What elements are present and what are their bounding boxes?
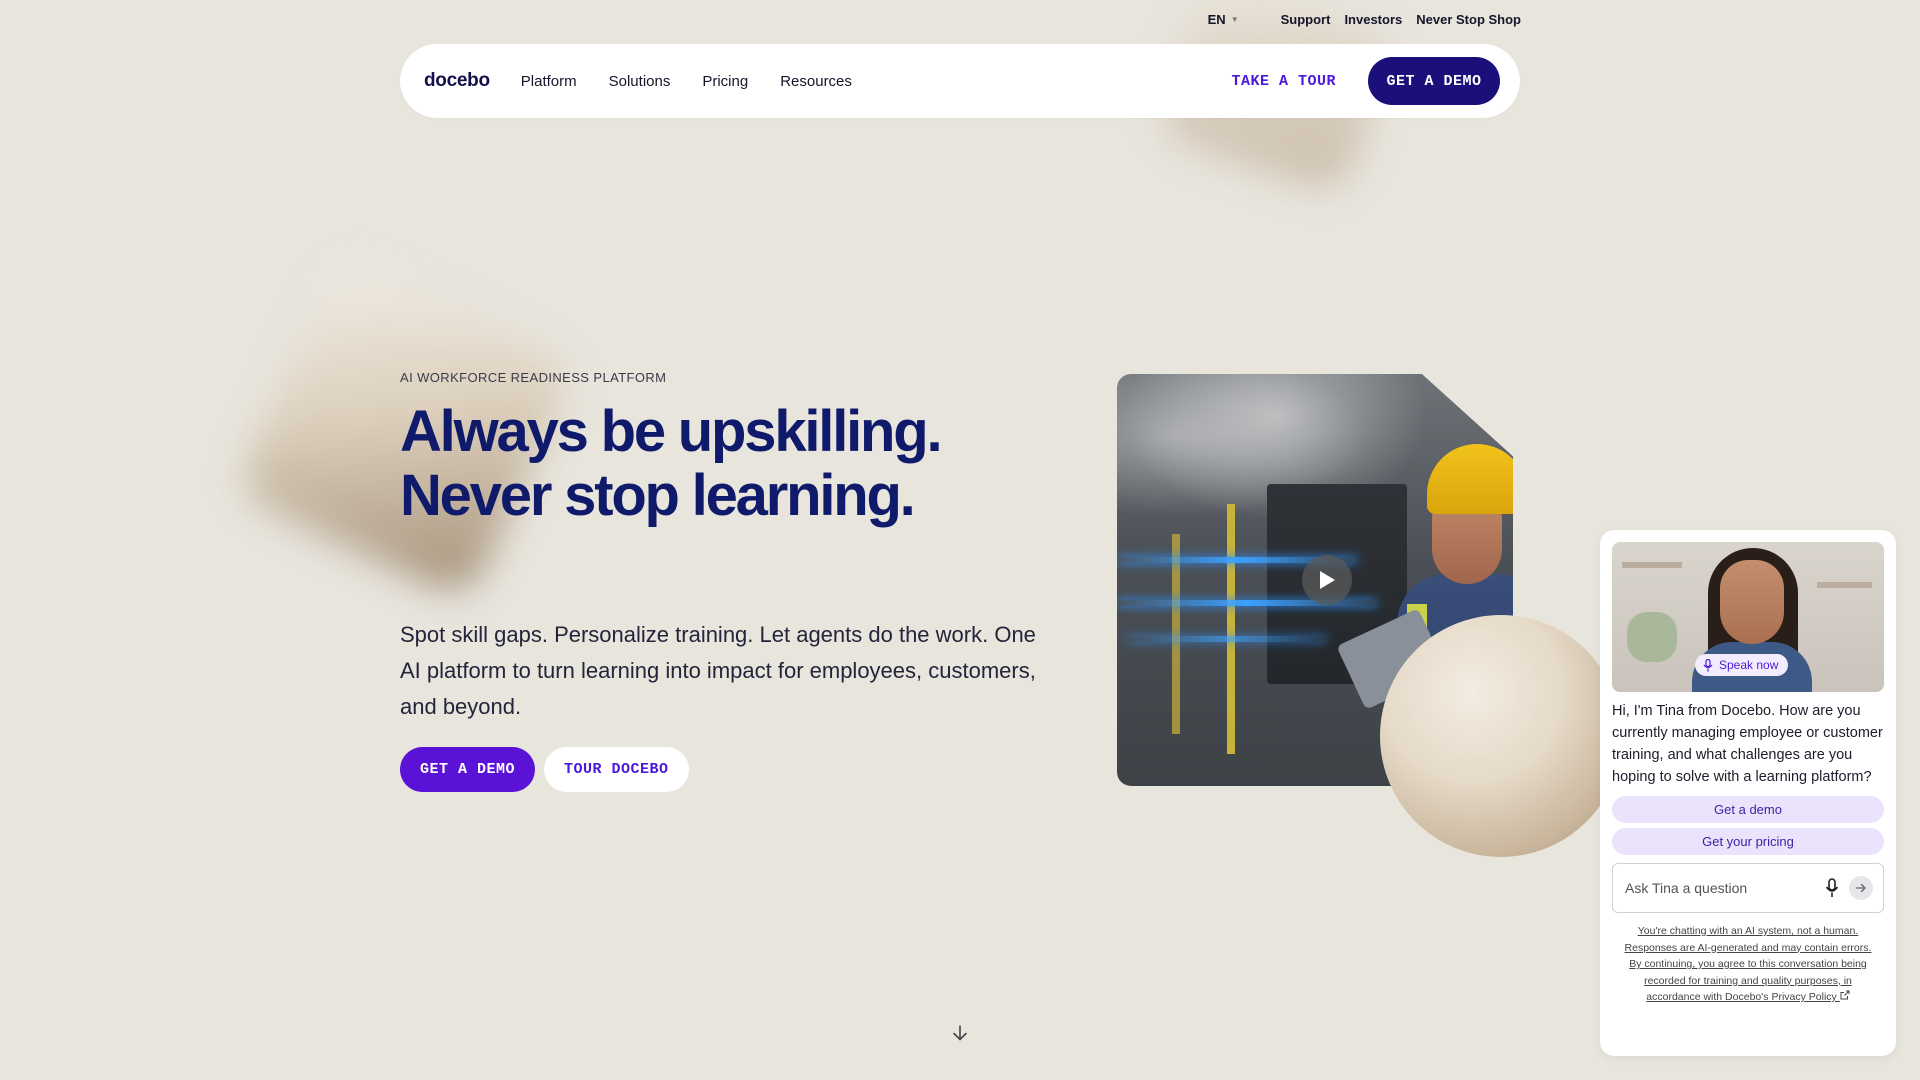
- chat-agent-photo: Speak now: [1612, 542, 1884, 692]
- play-icon: [1320, 571, 1335, 589]
- arrow-down-icon: [953, 1025, 967, 1041]
- get-a-demo-nav-button[interactable]: GET A DEMO: [1368, 57, 1500, 105]
- chevron-down-icon: ▼: [1230, 15, 1239, 24]
- never-stop-shop-link[interactable]: Never Stop Shop: [1416, 12, 1521, 27]
- nav-item-pricing[interactable]: Pricing: [702, 73, 748, 90]
- chat-chip-get-demo[interactable]: Get a demo: [1612, 796, 1884, 823]
- send-button[interactable]: [1849, 876, 1873, 900]
- chat-message: Hi, I'm Tina from Docebo. How are you cu…: [1612, 703, 1883, 785]
- main-nav: docebo Platform Solutions Pricing Resour…: [400, 44, 1520, 118]
- photo-plant: [1627, 612, 1677, 662]
- nav-links: Platform Solutions Pricing Resources: [521, 73, 852, 90]
- support-link[interactable]: Support: [1281, 12, 1331, 27]
- privacy-policy-label: Privacy Policy: [1771, 991, 1837, 1003]
- agent-face: [1720, 560, 1784, 644]
- scroll-down-button[interactable]: [951, 1024, 969, 1042]
- microphone-icon[interactable]: [1825, 878, 1839, 898]
- chat-input-box: [1612, 863, 1884, 913]
- docebo-logo[interactable]: docebo: [424, 70, 490, 92]
- speak-now-button[interactable]: Speak now: [1695, 654, 1789, 676]
- microphone-icon: [1703, 658, 1713, 671]
- hero-cta-row: GET A DEMO TOUR DOCEBO: [400, 747, 689, 792]
- arrow-right-icon: [1855, 883, 1866, 893]
- video-light-beam: [1127, 636, 1327, 642]
- video-pole: [1227, 504, 1235, 754]
- speak-now-label: Speak now: [1719, 658, 1779, 672]
- investors-link[interactable]: Investors: [1344, 12, 1402, 27]
- chat-widget: Speak now Hi, I'm Tina from Docebo. How …: [1600, 530, 1896, 1056]
- tour-docebo-button[interactable]: TOUR DOCEBO: [544, 747, 689, 792]
- take-a-tour-link[interactable]: TAKE A TOUR: [1231, 73, 1336, 90]
- photo-shelf: [1817, 582, 1872, 588]
- chat-input[interactable]: [1625, 880, 1815, 896]
- language-label: EN: [1207, 12, 1226, 27]
- nav-actions: TAKE A TOUR GET A DEMO: [1231, 57, 1500, 105]
- privacy-policy-link[interactable]: Privacy Policy: [1771, 990, 1850, 1003]
- nav-item-solutions[interactable]: Solutions: [609, 73, 671, 90]
- hero-headline: Always be upskilling. Never stop learnin…: [400, 399, 943, 528]
- nav-item-resources[interactable]: Resources: [780, 73, 852, 90]
- play-button[interactable]: [1302, 555, 1352, 605]
- utility-bar: EN ▼ Support Investors Never Stop Shop: [1208, 12, 1521, 27]
- chat-chip-get-pricing[interactable]: Get your pricing: [1612, 828, 1884, 855]
- language-selector[interactable]: EN ▼: [1208, 12, 1239, 27]
- external-link-icon: [1840, 990, 1850, 1000]
- video-pole: [1172, 534, 1180, 734]
- nav-item-platform[interactable]: Platform: [521, 73, 577, 90]
- hero-eyebrow: AI WORKFORCE READINESS PLATFORM: [400, 370, 667, 385]
- photo-shelf: [1622, 562, 1682, 568]
- get-a-demo-button[interactable]: GET A DEMO: [400, 747, 536, 792]
- hero-subcopy: Spot skill gaps. Personalize training. L…: [400, 622, 1036, 719]
- decorative-sphere: [1380, 615, 1622, 857]
- chat-disclaimer: You're chatting with an AI system, not a…: [1612, 923, 1884, 1006]
